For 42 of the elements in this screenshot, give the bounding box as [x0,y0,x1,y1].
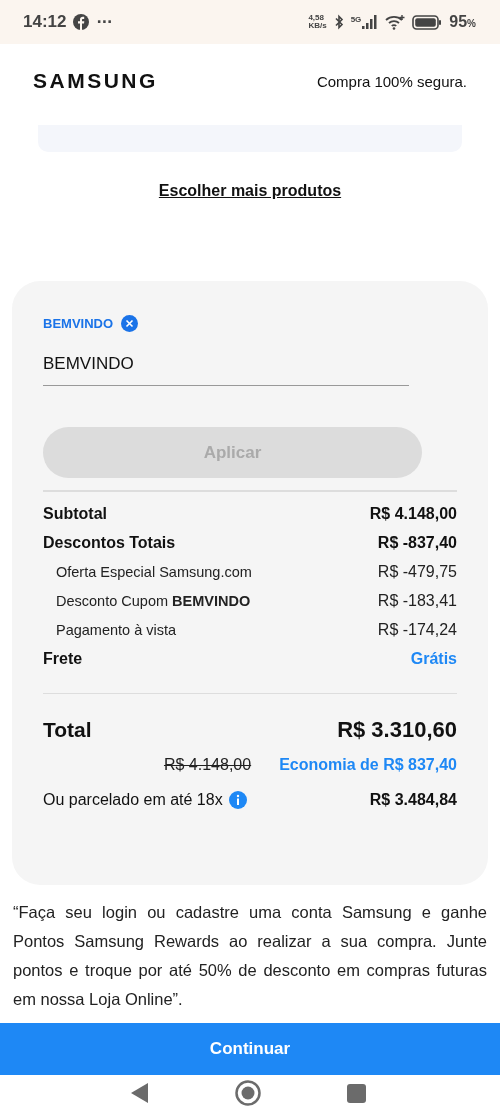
summary-value: R$ -174,24 [377,621,457,639]
summary-value: R$ -183,41 [377,592,457,610]
summary-value: R$ 4.148,00 [369,505,457,523]
coupon-field[interactable]: BEMVINDO [43,352,409,386]
installments-label: Ou parcelado em até 18x [43,791,223,809]
summary-label: Desconto Cupom BEMVINDO [56,593,251,609]
network-type: 5G [350,15,362,24]
speed-value: 4,58 [308,14,324,22]
summary-label: Pagamento à vista [56,622,177,638]
summary-label: Descontos Totais [43,534,176,552]
continue-button[interactable]: Continuar [0,1023,500,1075]
battery-percent: 95 [449,13,468,31]
old-price: R$ 4.148,00 [163,756,252,774]
installments-value: R$ 3.484,84 [369,791,457,809]
facebook-icon [73,14,90,30]
applied-coupon-code: BEMVINDO [43,316,114,331]
signal-icon [362,15,379,29]
summary-value: Grátis [410,650,457,668]
total-label: Total [43,718,92,742]
battery-icon [412,14,443,30]
summary-label: Oferta Especial Samsung.com [56,564,252,580]
recents-icon[interactable] [346,1083,366,1103]
speed-unit: KB/s [308,22,327,30]
info-icon[interactable] [228,791,247,809]
samsung-logo[interactable]: SAMSUNG [33,69,158,93]
summary-value: R$ -837,40 [377,534,457,552]
summary-label: Subtotal [43,505,107,523]
clock-time: 14:12 [23,12,67,32]
savings-text: Economia de R$ 837,40 [279,756,457,774]
percent-sign: % [467,18,476,29]
total-value: R$ 3.310,60 [337,717,457,743]
wifi-icon [385,14,406,30]
secure-purchase-text: Compra 100% segura. [316,72,467,90]
close-icon[interactable] [121,315,139,332]
summary-value: R$ -479,75 [377,563,457,581]
home-icon[interactable] [234,1080,261,1106]
choose-more-products-link[interactable]: Escolher mais produtos [158,182,342,202]
bluetooth-icon [333,14,344,30]
back-icon[interactable] [130,1083,149,1103]
rewards-note: “Faça seu login ou cadastre uma conta Samsung e ganhe Pontos Samsung Rewards ao realizar a sua compra. Junte pontos e troque por até 50% de desconto em compras futuras em nossa Loja Online”. [13,902,487,1010]
summary-label: Frete [43,650,83,668]
more-notifications: ··· [96,14,113,30]
